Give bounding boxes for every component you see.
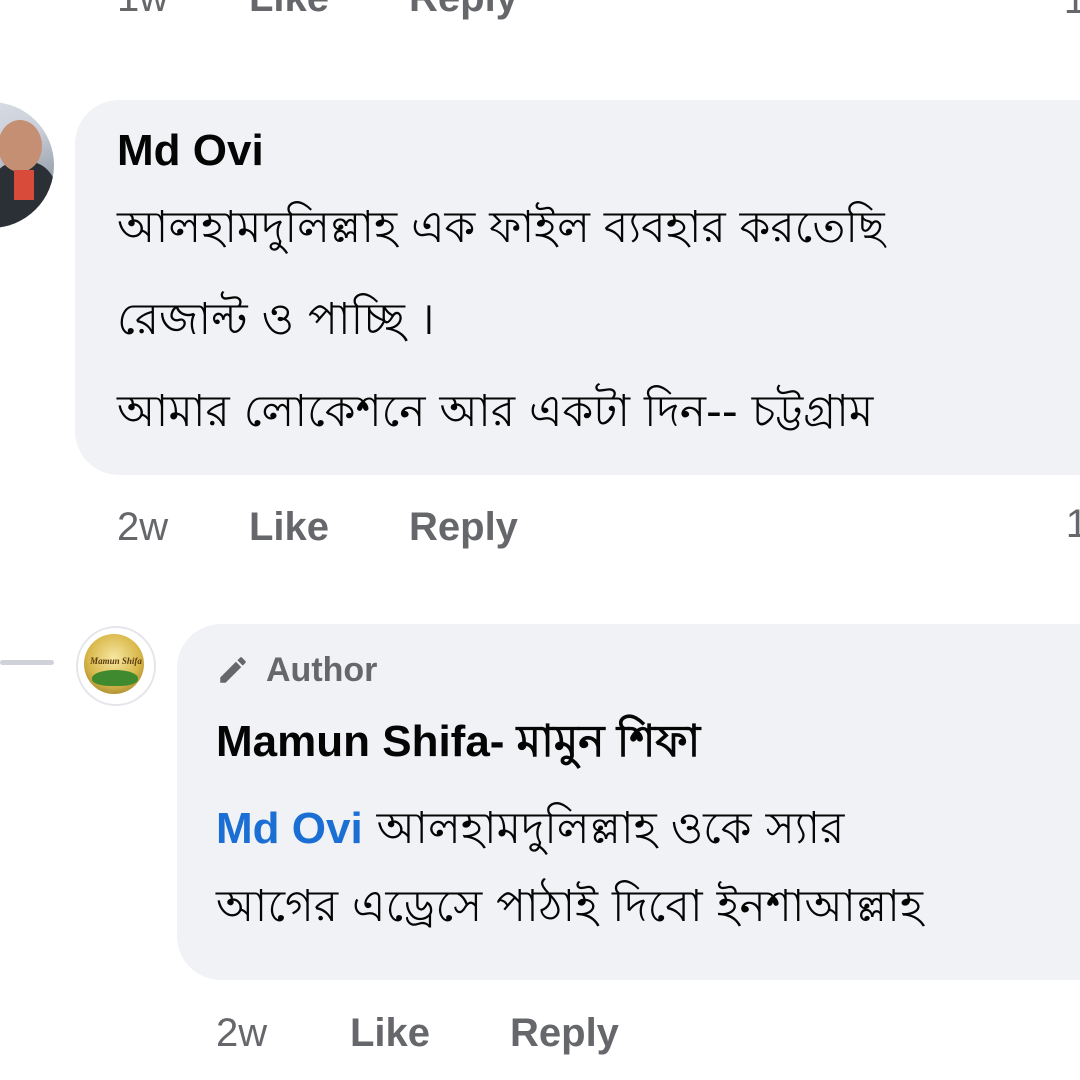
reply-actions: 2w Like Reply: [216, 1008, 619, 1058]
avatar-face: [0, 120, 42, 172]
avatar[interactable]: [0, 102, 54, 228]
comments-thread: 1w Like Reply 1 Md Ovi আলহামদুলিল্লাহ এক…: [0, 0, 1080, 1080]
logo-text: Mamun Shifa: [90, 656, 142, 666]
like-button[interactable]: Like: [350, 1011, 510, 1056]
author-badge-label: Author: [266, 650, 378, 689]
reply-text: Md Ovi আলহামদুলিল্লাহ ওকে স্যার আগের এড্…: [216, 790, 1080, 946]
mention-link[interactable]: Md Ovi: [216, 804, 363, 853]
comment-text-line: আমার লোকেশনে আর একটা দিন-- চট্টগ্রাম: [117, 386, 874, 437]
previous-comment-actions: 1w Like Reply: [117, 0, 518, 21]
reply-text-line: Md Ovi আলহামদুলিল্লাহ ওকে স্যার: [216, 790, 1080, 868]
page-avatar[interactable]: Mamun Shifa: [76, 626, 156, 706]
reply-thread-connector: [0, 660, 54, 665]
comment-text-line: আলহামদুলিল্লাহ এক ফাইল ব্যবহার করতেছি: [117, 202, 885, 253]
like-button[interactable]: Like: [249, 505, 409, 550]
comment-timestamp[interactable]: 2w: [117, 505, 249, 550]
like-button[interactable]: Like: [249, 0, 409, 21]
reply-text-segment: আলহামদুলিল্লাহ ওকে স্যার: [362, 803, 845, 854]
pencil-icon: [220, 657, 246, 683]
reply-timestamp[interactable]: 2w: [216, 1011, 350, 1056]
comment-text-line: রেজাল্ট ও পাচ্ছি ।: [117, 294, 435, 345]
reply-button[interactable]: Reply: [409, 0, 518, 21]
avatar-detail: [14, 170, 34, 200]
comment-author-name[interactable]: Md Ovi: [117, 126, 264, 176]
comment-actions: 2w Like Reply: [117, 502, 518, 552]
reply-text-line: আগের এড্রেসে পাঠাই দিবো ইনশাআল্লাহ: [216, 881, 924, 932]
reply-button[interactable]: Reply: [510, 1011, 619, 1056]
reply-author-name[interactable]: Mamun Shifa- মামুন শিফা: [216, 708, 700, 781]
reaction-count[interactable]: 1: [1064, 0, 1080, 23]
author-badge: Author: [216, 648, 377, 692]
reply-button[interactable]: Reply: [409, 505, 518, 550]
comment-timestamp: 1w: [117, 0, 249, 21]
reaction-count[interactable]: 1: [1066, 502, 1080, 547]
leaf-icon: [92, 670, 138, 686]
comment-text: আলহামদুলিল্লাহ এক ফাইল ব্যবহার করতেছি রে…: [117, 182, 1080, 458]
